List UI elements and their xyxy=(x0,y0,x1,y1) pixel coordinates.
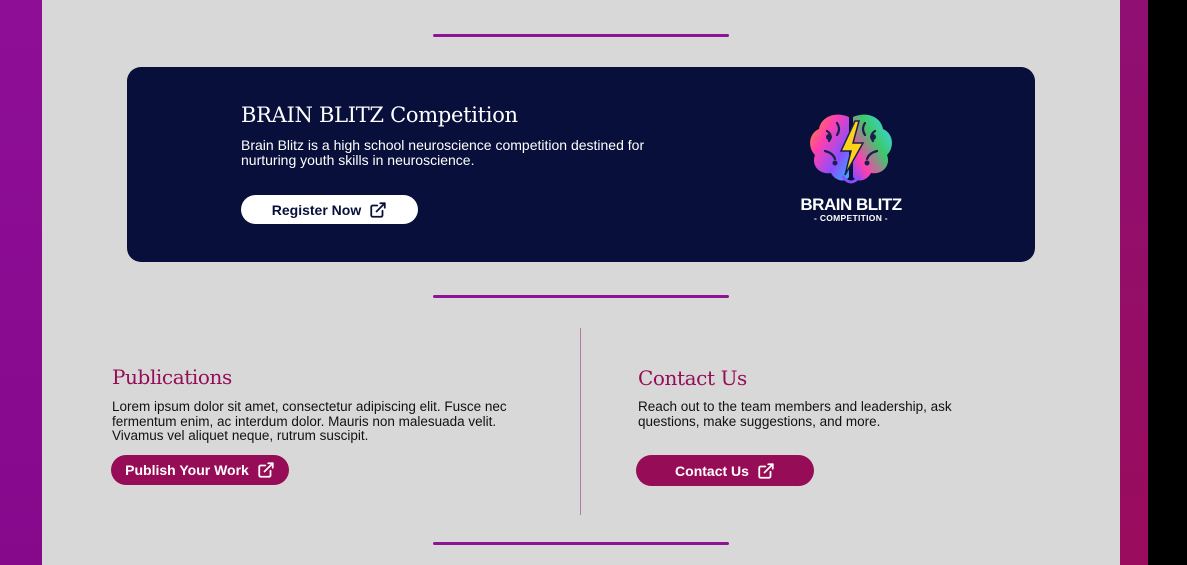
right-edge-bar xyxy=(1120,0,1148,565)
logo-subtitle: - COMPETITION - xyxy=(814,213,888,223)
external-link-icon xyxy=(370,201,386,218)
register-now-button[interactable]: Register Now xyxy=(241,195,418,224)
column-separator xyxy=(580,328,581,515)
contact-us-button[interactable]: Contact Us xyxy=(636,455,814,486)
contact-text: Reach out to the team members and leader… xyxy=(638,399,952,429)
brain-blitz-logo: BRAIN BLITZ - COMPETITION - xyxy=(791,107,911,232)
external-link-icon xyxy=(758,462,774,479)
publications-text: Lorem ipsum dolor sit amet, consectetur … xyxy=(112,399,507,443)
left-edge-bar xyxy=(0,0,42,565)
brain-lightning-icon xyxy=(810,114,892,184)
contact-us-label: Contact Us xyxy=(675,462,749,479)
banner-description: Brain Blitz is a high school neuroscienc… xyxy=(241,137,645,168)
publish-your-work-label: Publish Your Work xyxy=(125,462,249,478)
contact-heading: Contact Us xyxy=(638,366,747,390)
brain-blitz-banner: BRAIN BLITZ Competition Brain Blitz is a… xyxy=(127,67,1035,262)
banner-title: BRAIN BLITZ Competition xyxy=(241,103,518,127)
register-now-label: Register Now xyxy=(271,201,362,218)
publications-heading: Publications xyxy=(112,365,232,389)
publish-your-work-button[interactable]: Publish Your Work xyxy=(111,455,289,485)
logo-wordmark: BRAIN BLITZ xyxy=(800,195,902,214)
section-divider-top xyxy=(433,34,729,37)
section-divider-bottom xyxy=(433,542,729,545)
external-link-icon xyxy=(258,462,274,478)
section-divider-middle xyxy=(433,295,729,298)
